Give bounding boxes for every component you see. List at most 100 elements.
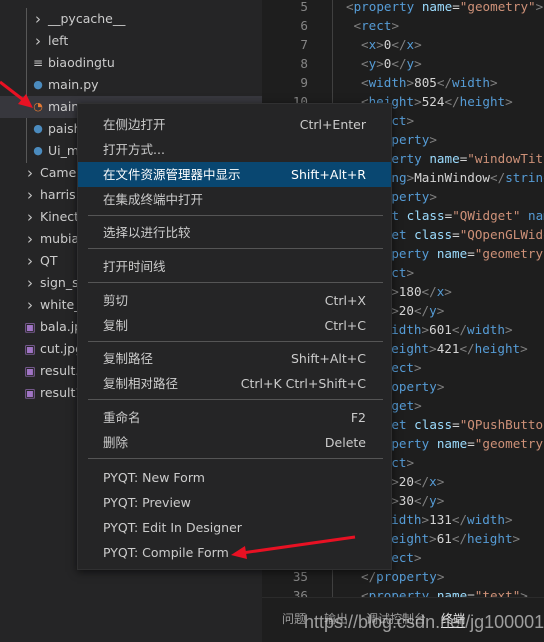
menu-item-shortcut: Shift+Alt+C (290, 351, 366, 366)
menu-separator (88, 341, 383, 342)
tree-item-label: white_ (40, 297, 81, 312)
menu-item-label: PYQT: New Form (103, 470, 205, 485)
context-menu: 在侧边打开 Ctrl+Enter 打开方式... 在文件资源管理器中显示 Shift+A… (77, 103, 392, 570)
menu-item[interactable]: PYQT: New Form (78, 465, 391, 490)
code-text: <property name="geometry"> (346, 0, 544, 14)
line-number: 6 (300, 18, 308, 33)
menu-item-shortcut: F2 (350, 410, 366, 425)
python-icon: ● (33, 122, 43, 135)
image-icon: ▣ (24, 386, 36, 400)
menu-item-label: 在文件资源管理器中显示 (103, 167, 241, 182)
tree-item-label: sign_s (40, 275, 79, 290)
code-line: 36 <property name="text"> (262, 586, 544, 597)
text-file-icon: ≡ (32, 56, 44, 70)
code-text: <width>131</width> (376, 512, 513, 527)
python-icon: ● (33, 78, 43, 91)
menu-item-label: 选择以进行比较 (103, 225, 191, 240)
tree-item[interactable]: ≡ biaodingtu (0, 52, 262, 74)
code-text: <x>0</x> (361, 37, 422, 52)
menu-item[interactable]: 在文件资源管理器中显示 Shift+Alt+R (78, 162, 391, 187)
chevron-right-icon: › (27, 274, 33, 292)
tree-item-label: main (48, 99, 80, 114)
chevron-right-icon: › (27, 164, 33, 182)
line-number: 9 (300, 75, 308, 90)
watermark: https://blog.csdn.net/jg10000119 (304, 612, 544, 632)
rss-icon: ◔ (33, 100, 43, 113)
chevron-right-icon: › (35, 32, 41, 50)
code-text: <width>601</width> (376, 322, 513, 337)
line-number: 36 (292, 588, 308, 597)
menu-item-label: 在集成终端中打开 (103, 192, 204, 207)
menu-item[interactable]: 打开时间线 (78, 254, 391, 279)
python-icon: ● (33, 144, 43, 157)
tree-item-label: biaodingtu (48, 55, 115, 70)
menu-item-label: 在侧边打开 (103, 117, 166, 132)
tree-item-label: Kinect (40, 209, 80, 224)
menu-item-label: PYQT: Compile Form (103, 545, 229, 560)
menu-item[interactable]: PYQT: Edit In Designer (78, 515, 391, 540)
image-icon: ▣ (24, 320, 36, 334)
menu-separator (88, 282, 383, 283)
menu-item-label: 删除 (103, 435, 129, 450)
tab-problems[interactable]: 问题 (282, 610, 306, 627)
menu-item[interactable]: 复制相对路径 Ctrl+K Ctrl+Shift+C (78, 371, 391, 396)
code-line: 7 <x>0</x> (262, 35, 544, 54)
menu-item-shortcut: Ctrl+C (324, 318, 366, 333)
chevron-right-icon: › (27, 230, 33, 248)
menu-separator (88, 399, 383, 400)
menu-item[interactable]: 复制 Ctrl+C (78, 313, 391, 338)
code-text: <height>61</height> (376, 531, 521, 546)
tree-item-label: QT (40, 253, 58, 268)
menu-item[interactable]: 复制路径 Shift+Alt+C (78, 346, 391, 371)
line-number: 8 (300, 56, 308, 71)
menu-item-label: 重命名 (103, 410, 141, 425)
menu-item-shortcut: Shift+Alt+R (291, 167, 366, 182)
menu-item[interactable]: 在侧边打开 Ctrl+Enter (78, 112, 391, 137)
menu-item-label: 复制路径 (103, 351, 154, 366)
menu-separator (88, 248, 383, 249)
code-text: <height>421</height> (376, 341, 528, 356)
code-line: 5 <property name="geometry"> (262, 0, 544, 16)
menu-item[interactable]: 重命名 F2 (78, 405, 391, 430)
chevron-right-icon: › (27, 296, 33, 314)
code-text: <rect> (353, 18, 400, 33)
code-line: 6 <rect> (262, 16, 544, 35)
code-text: <y>0</y> (361, 56, 422, 71)
code-line: 9 <width>805</width> (262, 73, 544, 92)
chevron-right-icon: › (27, 186, 33, 204)
code-line: 8 <y>0</y> (262, 54, 544, 73)
image-icon: ▣ (24, 364, 36, 378)
tree-item-label: left (48, 33, 69, 48)
tree-item-label: main.py (48, 77, 99, 92)
chevron-right-icon: › (35, 10, 41, 28)
menu-item-shortcut: Ctrl+Enter (299, 117, 366, 132)
menu-item-label: 打开时间线 (103, 259, 166, 274)
tree-item-label: mubia (40, 231, 80, 246)
menu-item[interactable]: 删除 Delete (78, 430, 391, 455)
menu-item-label: 剪切 (103, 293, 129, 308)
menu-separator (88, 215, 383, 216)
menu-item[interactable]: 选择以进行比较 (78, 220, 391, 245)
tree-item-label: __pycache__ (48, 11, 126, 26)
menu-item-label: 打开方式... (103, 142, 165, 157)
menu-item[interactable]: 打开方式... (78, 137, 391, 162)
tree-item[interactable]: ● main.py (0, 74, 262, 96)
menu-item-shortcut: Ctrl+K Ctrl+Shift+C (240, 376, 366, 391)
menu-item-label: PYQT: Preview (103, 495, 191, 510)
image-icon: ▣ (24, 342, 36, 356)
line-number: 7 (300, 37, 308, 52)
menu-item-shortcut: Delete (324, 435, 366, 450)
chevron-right-icon: › (27, 252, 33, 270)
tree-item[interactable]: › __pycache__ (0, 8, 262, 30)
tree-item-label: bala.jp (40, 319, 83, 334)
menu-item-label: 复制 (103, 318, 129, 333)
code-text: <width>805</width> (361, 75, 498, 90)
tree-item-label: result. (40, 363, 80, 378)
menu-item[interactable]: PYQT: Preview (78, 490, 391, 515)
tree-item-label: Camer (40, 165, 82, 180)
menu-item[interactable]: PYQT: Compile Form (78, 540, 391, 565)
tree-item[interactable]: › left (0, 30, 262, 52)
chevron-right-icon: › (27, 208, 33, 226)
menu-item[interactable]: 在集成终端中打开 (78, 187, 391, 212)
menu-item[interactable]: 剪切 Ctrl+X (78, 288, 391, 313)
